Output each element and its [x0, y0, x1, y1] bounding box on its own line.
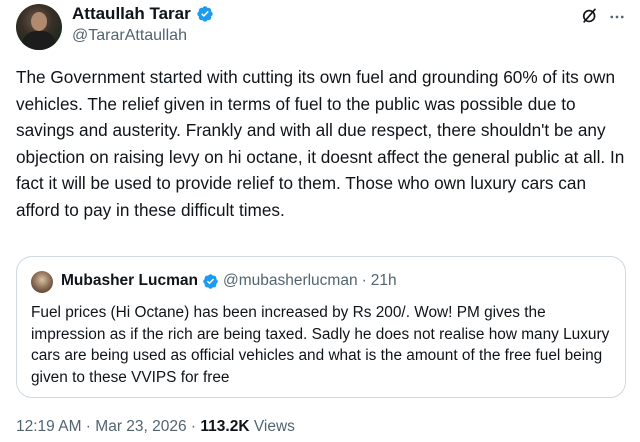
author-avatar[interactable]	[16, 4, 62, 50]
views-label: Views	[249, 418, 295, 435]
avatar-suit-shape	[22, 31, 56, 50]
tweet-text: The Government started with cutting its …	[16, 67, 625, 220]
quoted-verified-badge-icon	[203, 273, 218, 289]
quoted-tweet-header: Mubasher Lucman @mubasherlucman · 21h	[61, 272, 397, 290]
quoted-author-handle[interactable]: @mubasherlucman	[223, 272, 358, 290]
author-handle[interactable]: @TararAttaullah	[72, 27, 214, 45]
quoted-author-display-name[interactable]: Mubasher Lucman	[61, 272, 198, 290]
author-name-row: Attaullah Tarar	[72, 4, 214, 24]
verified-badge-icon	[197, 6, 213, 22]
tweet-date[interactable]: Mar 23, 2026	[95, 418, 186, 435]
author-info: Attaullah Tarar @TararAttaullah	[72, 4, 214, 45]
tweet-time[interactable]: 12:19 AM	[16, 418, 82, 435]
meta-separator: ·	[81, 418, 96, 435]
quoted-separator: ·	[361, 272, 367, 289]
avatar-face-shape	[31, 12, 47, 31]
more-icon[interactable]	[608, 8, 626, 26]
quoted-author-avatar[interactable]	[31, 271, 53, 293]
meta-separator: ·	[186, 418, 201, 435]
quoted-tweet[interactable]: Mubasher Lucman @mubasherlucman · 21h Fu…	[16, 256, 626, 398]
grok-icon[interactable]	[580, 6, 600, 26]
tweet-card[interactable]: Attaullah Tarar @TararAttaullah The Gove…	[0, 0, 640, 442]
quoted-tweet-text: Fuel prices (Hi Octane) has been increas…	[31, 304, 610, 386]
views-count: 113.2K	[200, 418, 250, 435]
author-display-name[interactable]: Attaullah Tarar	[72, 4, 191, 24]
tweet-meta: 12:19 AM · Mar 23, 2026 · 113.2K Views	[16, 418, 295, 436]
quoted-timestamp[interactable]: 21h	[371, 272, 397, 290]
